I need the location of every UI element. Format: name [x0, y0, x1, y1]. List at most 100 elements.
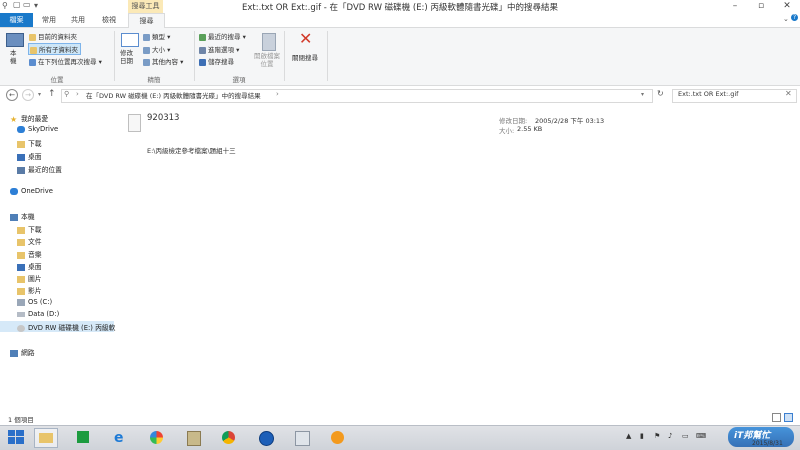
clock-date[interactable]: 2015/8/31: [752, 440, 783, 447]
taskbar-app-globe[interactable]: [255, 428, 277, 446]
save-search-button[interactable]: 儲存搜尋: [199, 56, 234, 66]
nav-item-videos[interactable]: 影片: [17, 285, 42, 295]
tab-file[interactable]: 檔案: [0, 13, 33, 27]
windows-logo-icon: [8, 430, 24, 444]
dvd-drive-icon: [17, 324, 25, 332]
hard-drive-icon: [17, 311, 25, 317]
group-label-location: 位置: [50, 76, 64, 84]
all-subfolders-button[interactable]: 所有子資料夾: [28, 43, 81, 55]
close-icon[interactable]: ✕: [774, 0, 800, 13]
up-icon[interactable]: ↑: [48, 89, 56, 99]
taskbar-app-puzzle[interactable]: [291, 428, 313, 446]
group-label-options: 選項: [232, 76, 246, 84]
content-view-icon[interactable]: [784, 413, 793, 422]
tray-network-icon[interactable]: ▮: [640, 432, 644, 440]
taskbar-app-orange[interactable]: [327, 428, 349, 446]
start-button[interactable]: [8, 430, 24, 444]
nav-item-recent-places[interactable]: 最近的位置: [17, 164, 62, 174]
cloud-icon: [17, 125, 25, 133]
file-icon[interactable]: [128, 114, 141, 132]
other-properties-label: 其他內容: [152, 58, 178, 66]
calendar-icon[interactable]: [121, 33, 139, 47]
back-icon[interactable]: ←: [6, 89, 18, 101]
puzzle-icon: [295, 431, 310, 446]
nav-item-music[interactable]: 音樂: [17, 249, 42, 259]
nav-item-label: 網路: [21, 349, 35, 357]
status-bar: [0, 411, 800, 425]
nav-item-dvd-drive[interactable]: DVD RW 磁碟機 (E:) 丙級軟: [17, 322, 115, 332]
nav-item-drive-c[interactable]: OS (C:): [17, 298, 52, 306]
nav-item-label: 下載: [28, 226, 42, 234]
result-file-name[interactable]: 920313: [147, 113, 179, 123]
result-file-path: E:\丙級檢定參考檔案\題組十三: [147, 147, 236, 155]
folder-icon: [30, 46, 37, 54]
color-wheel-icon: [150, 431, 163, 444]
folder-icon: [29, 33, 36, 41]
other-properties-button[interactable]: 其他內容 ▾: [143, 56, 183, 66]
breadcrumb-separator[interactable]: ›: [276, 90, 279, 98]
advanced-options-button[interactable]: 進階選項 ▾: [199, 44, 239, 54]
tray-up-arrow-icon[interactable]: ▲: [626, 432, 631, 440]
size-value: 2.55 KB: [517, 125, 543, 133]
date-modified-button[interactable]: 修改 日期: [120, 49, 133, 65]
clear-search-icon[interactable]: ✕: [785, 89, 792, 98]
current-folder-button[interactable]: 目前的資料夾: [29, 31, 77, 41]
nav-network[interactable]: 網路: [10, 347, 35, 357]
taskbar-chrome[interactable]: [218, 428, 240, 446]
tab-view[interactable]: 檢視: [94, 13, 124, 27]
item-count: 1 個項目: [8, 416, 34, 424]
maximize-icon[interactable]: ▫: [748, 0, 774, 13]
nav-item-label: 文件: [28, 238, 42, 246]
properties-icon: [143, 58, 150, 66]
nav-favorites[interactable]: ★ 我的最愛: [10, 113, 48, 123]
taskbar-file-explorer[interactable]: [34, 428, 58, 448]
tab-home[interactable]: 常用: [35, 13, 63, 27]
group-divider: [284, 31, 285, 81]
size-button[interactable]: 大小 ▾: [143, 44, 170, 54]
nav-item-drive-d[interactable]: Data (D:): [17, 310, 59, 318]
details-view-icon[interactable]: [772, 413, 781, 422]
search-input-value[interactable]: Ext:.txt OR Ext:.gif: [678, 90, 738, 98]
taskbar-app-colorwheel[interactable]: [146, 428, 168, 446]
nav-item-label: Data (D:): [28, 310, 60, 318]
minimize-icon[interactable]: –: [722, 0, 748, 13]
breadcrumb[interactable]: 在「DVD RW 磁碟機 (E:) 丙級軟體隨書光碟」中的搜尋結果: [86, 90, 261, 100]
save-icon: [199, 58, 206, 66]
nav-item-desktop[interactable]: 桌面: [17, 151, 42, 161]
help-icon[interactable]: ?: [791, 14, 798, 21]
tray-flag-icon[interactable]: ⚑: [654, 432, 660, 440]
download-folder-icon: [17, 226, 25, 234]
nav-onedrive[interactable]: OneDrive: [10, 187, 53, 195]
tab-share[interactable]: 共用: [64, 13, 92, 27]
tray-volume-icon[interactable]: ♪: [668, 432, 672, 440]
nav-item-skydrive[interactable]: SkyDrive: [17, 125, 58, 133]
tab-search[interactable]: 搜尋: [128, 13, 165, 28]
taskbar-app-notes[interactable]: [182, 428, 204, 446]
ribbon-expand-icon[interactable]: ⌄: [783, 15, 789, 23]
nav-item-documents[interactable]: 文件: [17, 236, 42, 246]
taskbar-store[interactable]: [72, 428, 94, 446]
recent-locations-chevron-icon[interactable]: ▾: [38, 91, 41, 98]
address-dropdown-icon[interactable]: ▾: [641, 91, 644, 98]
recent-searches-icon: [199, 33, 206, 41]
globe-icon: [259, 431, 274, 446]
breadcrumb-separator[interactable]: ›: [76, 90, 79, 98]
open-file-location-button[interactable]: 開啟檔案 位置: [254, 52, 280, 68]
taskbar-internet-explorer[interactable]: e: [110, 428, 132, 446]
kind-button[interactable]: 類型 ▾: [143, 31, 170, 41]
nav-item-downloads[interactable]: 下載: [17, 224, 42, 234]
search-again-in-button[interactable]: 在下列位置再次搜尋 ▾: [29, 56, 102, 66]
advanced-options-label: 進階選項: [208, 46, 234, 54]
nav-item-downloads[interactable]: 下載: [17, 138, 42, 148]
nav-item-pictures[interactable]: 圖片: [17, 273, 42, 283]
nav-item-desktop[interactable]: 桌面: [17, 261, 42, 271]
close-search-button[interactable]: 關閉搜尋: [292, 52, 318, 62]
recent-searches-button[interactable]: 最近的搜尋 ▾: [199, 31, 246, 41]
this-pc-icon[interactable]: [6, 33, 24, 47]
this-pc-button[interactable]: 本 機: [10, 49, 17, 65]
nav-this-pc[interactable]: 本機: [10, 211, 35, 221]
tray-battery-icon[interactable]: ▭: [682, 432, 689, 440]
refresh-icon[interactable]: ↻: [657, 89, 664, 98]
tray-keyboard-icon[interactable]: ⌨: [696, 432, 706, 440]
forward-icon[interactable]: →: [22, 89, 34, 101]
